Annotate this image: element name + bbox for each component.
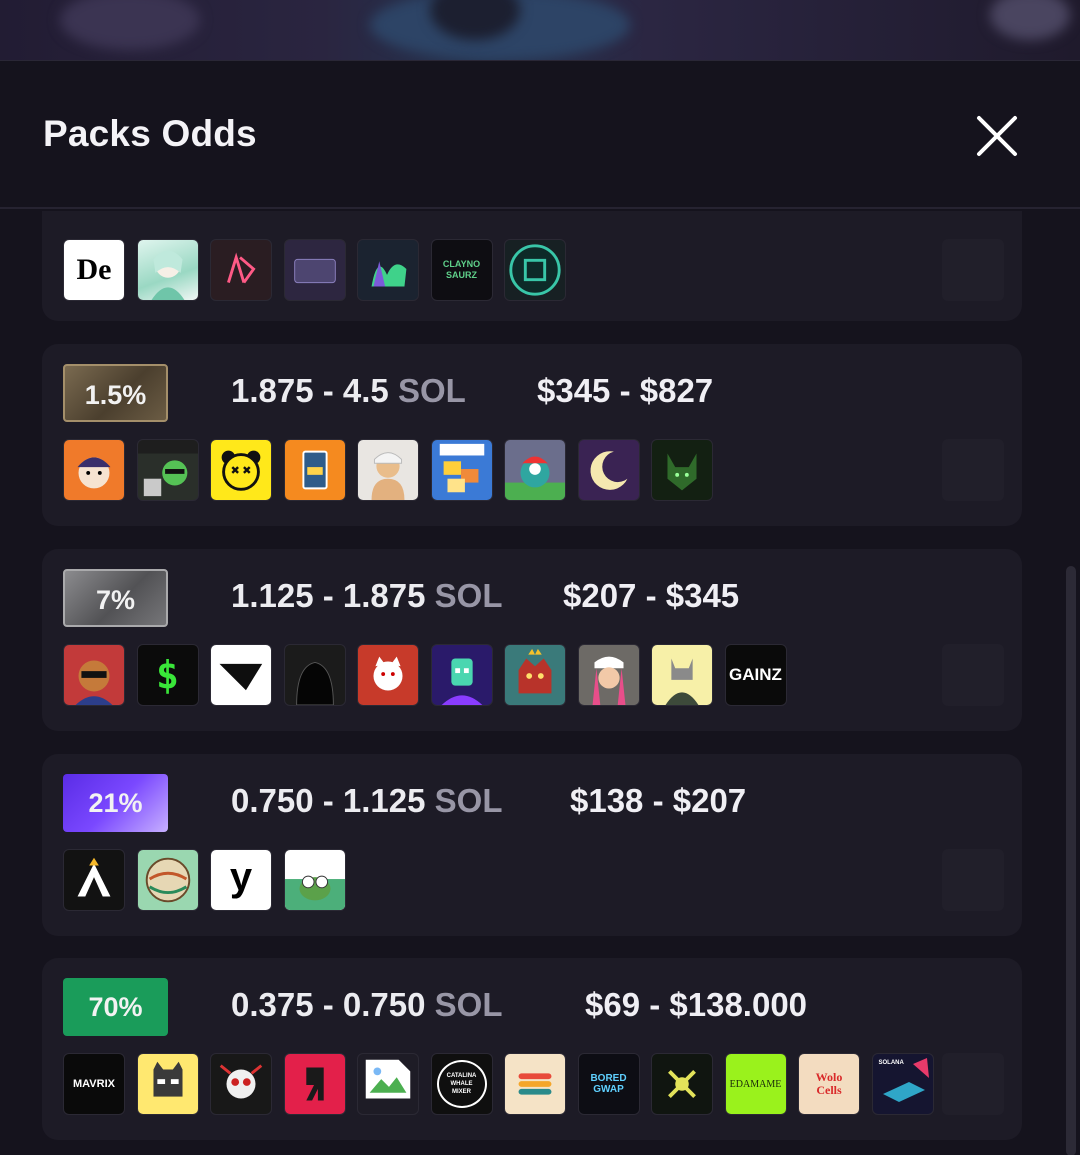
collection-icon[interactable]: [63, 849, 125, 911]
sol-unit: SOL: [434, 782, 503, 819]
collection-icons: MAVRIX CATALINA WHALE MIXER BORED GWAP E…: [63, 1053, 945, 1115]
tier-usd-range: $69 - $138.000: [585, 986, 808, 1023]
collection-icon-label: MAVRIX: [73, 1078, 115, 1090]
tier-percent-badge: 7%: [63, 569, 168, 627]
collection-icon[interactable]: [283, 1053, 346, 1115]
collection-icon[interactable]: [210, 239, 272, 301]
scrollbar[interactable]: [1066, 566, 1076, 1155]
collection-icon[interactable]: [357, 1053, 419, 1115]
collection-icon[interactable]: [283, 439, 346, 501]
modal-header: Packs Odds: [0, 61, 1080, 209]
collection-icon-label: $: [156, 653, 179, 697]
collection-icon-label: De: [76, 253, 112, 286]
collection-icon[interactable]: [651, 439, 713, 501]
tier-percent-badge: 70%: [63, 978, 168, 1036]
collection-icon[interactable]: [136, 439, 199, 501]
tier-card: 1.5% 1.875 - 4.5 SOL $345 - $827: [42, 344, 1022, 526]
overflow-fade: [942, 1053, 1004, 1115]
tier-card: 70% 0.375 - 0.750 SOL $69 - $138.000 MAV…: [42, 958, 1022, 1140]
collection-icon[interactable]: MAVRIX: [63, 1053, 125, 1115]
tier-usd-range: $345 - $827: [537, 372, 714, 409]
sol-range-value: 0.375 - 0.750: [231, 986, 426, 1023]
collection-icon[interactable]: [210, 1053, 272, 1115]
collection-icon[interactable]: [357, 239, 419, 301]
collection-icon[interactable]: [577, 439, 640, 501]
collection-icon[interactable]: De: [63, 239, 125, 301]
collection-icon[interactable]: [283, 644, 346, 706]
collection-icons: $ GAINZ: [63, 644, 798, 706]
tier-sol-range: 0.750 - 1.125 SOL: [231, 782, 503, 820]
overflow-fade: [942, 239, 1004, 301]
packs-odds-modal: Packs Odds De CLAYNO SAURZ 1.5% 1.875 - …: [0, 60, 1080, 1155]
collection-icon[interactable]: [577, 644, 640, 706]
collection-icon[interactable]: CLAYNO SAURZ: [430, 239, 493, 301]
collection-icon[interactable]: Wolo Cells: [798, 1053, 860, 1115]
collection-icon[interactable]: [63, 644, 125, 706]
collection-icon[interactable]: BORED GWAP: [577, 1053, 640, 1115]
collection-icon[interactable]: [283, 239, 346, 301]
collection-icon[interactable]: [430, 439, 493, 501]
collection-icon[interactable]: [504, 644, 566, 706]
overflow-fade: [942, 439, 1004, 501]
collection-icon[interactable]: y: [210, 849, 272, 911]
collection-icons: [63, 439, 725, 501]
collection-icon-label: CATALINA WHALE MIXER: [436, 1060, 487, 1108]
collection-icon[interactable]: [504, 239, 566, 301]
sol-range-value: 1.875 - 4.5: [231, 372, 389, 409]
tier-usd-range: $138 - $207: [570, 782, 747, 819]
sol-range-value: 1.125 - 1.875: [231, 577, 426, 614]
collection-icon[interactable]: [210, 644, 272, 706]
collection-icon[interactable]: [210, 439, 272, 501]
tier-usd-range: $207 - $345: [563, 577, 740, 614]
collection-icons: De CLAYNO SAURZ: [63, 239, 578, 301]
tier-card: 21% 0.750 - 1.125 SOL $138 - $207 y: [42, 754, 1022, 936]
collection-icon[interactable]: [136, 849, 199, 911]
collection-icon[interactable]: [136, 239, 199, 301]
overflow-fade: [942, 849, 1004, 911]
close-icon[interactable]: [972, 111, 1022, 161]
collection-icon-label: y: [229, 854, 253, 899]
collection-icon[interactable]: [430, 644, 493, 706]
collection-icons: y: [63, 849, 357, 911]
collection-icon[interactable]: [357, 644, 419, 706]
sol-unit: SOL: [434, 986, 503, 1023]
collection-icon-label: CLAYNO SAURZ: [442, 259, 481, 280]
collection-icon[interactable]: EDAMAME: [724, 1053, 787, 1115]
collection-icon[interactable]: CATALINA WHALE MIXER: [430, 1053, 493, 1115]
odds-list[interactable]: De CLAYNO SAURZ 1.5% 1.875 - 4.5 SOL $34…: [0, 211, 1080, 1155]
collection-icon[interactable]: [136, 1053, 199, 1115]
collection-icon[interactable]: [504, 439, 566, 501]
sol-range-value: 0.750 - 1.125: [231, 782, 426, 819]
collection-icon[interactable]: SOLANA: [871, 1053, 934, 1115]
collection-icon[interactable]: [63, 439, 125, 501]
tier-percent-badge: 21%: [63, 774, 168, 832]
collection-icon-label: GAINZ: [729, 665, 782, 684]
collection-icon-label: Wolo Cells: [815, 1070, 843, 1097]
tier-sol-range: 1.875 - 4.5 SOL: [231, 372, 466, 410]
collection-icon[interactable]: [651, 1053, 713, 1115]
sol-unit: SOL: [397, 372, 466, 409]
tier-card-top-partial: De CLAYNO SAURZ: [42, 211, 1022, 321]
collection-icon[interactable]: [357, 439, 419, 501]
tier-percent-badge: 1.5%: [63, 364, 168, 422]
collection-icon-label: EDAMAME: [729, 1078, 782, 1090]
collection-icon-label: BORED GWAP: [590, 1073, 627, 1095]
overflow-fade: [942, 644, 1004, 706]
sol-unit: SOL: [434, 577, 503, 614]
collection-icon[interactable]: [651, 644, 713, 706]
collection-icon[interactable]: $: [136, 644, 199, 706]
collection-icon[interactable]: [283, 849, 346, 911]
collection-icon[interactable]: [504, 1053, 566, 1115]
background-blurred-banner: [0, 0, 1080, 60]
tier-sol-range: 0.375 - 0.750 SOL: [231, 986, 503, 1024]
tier-sol-range: 1.125 - 1.875 SOL: [231, 577, 503, 615]
modal-title: Packs Odds: [43, 113, 257, 154]
tier-card: 7% 1.125 - 1.875 SOL $207 - $345 $ GAINZ: [42, 549, 1022, 731]
collection-icon[interactable]: GAINZ: [724, 644, 787, 706]
